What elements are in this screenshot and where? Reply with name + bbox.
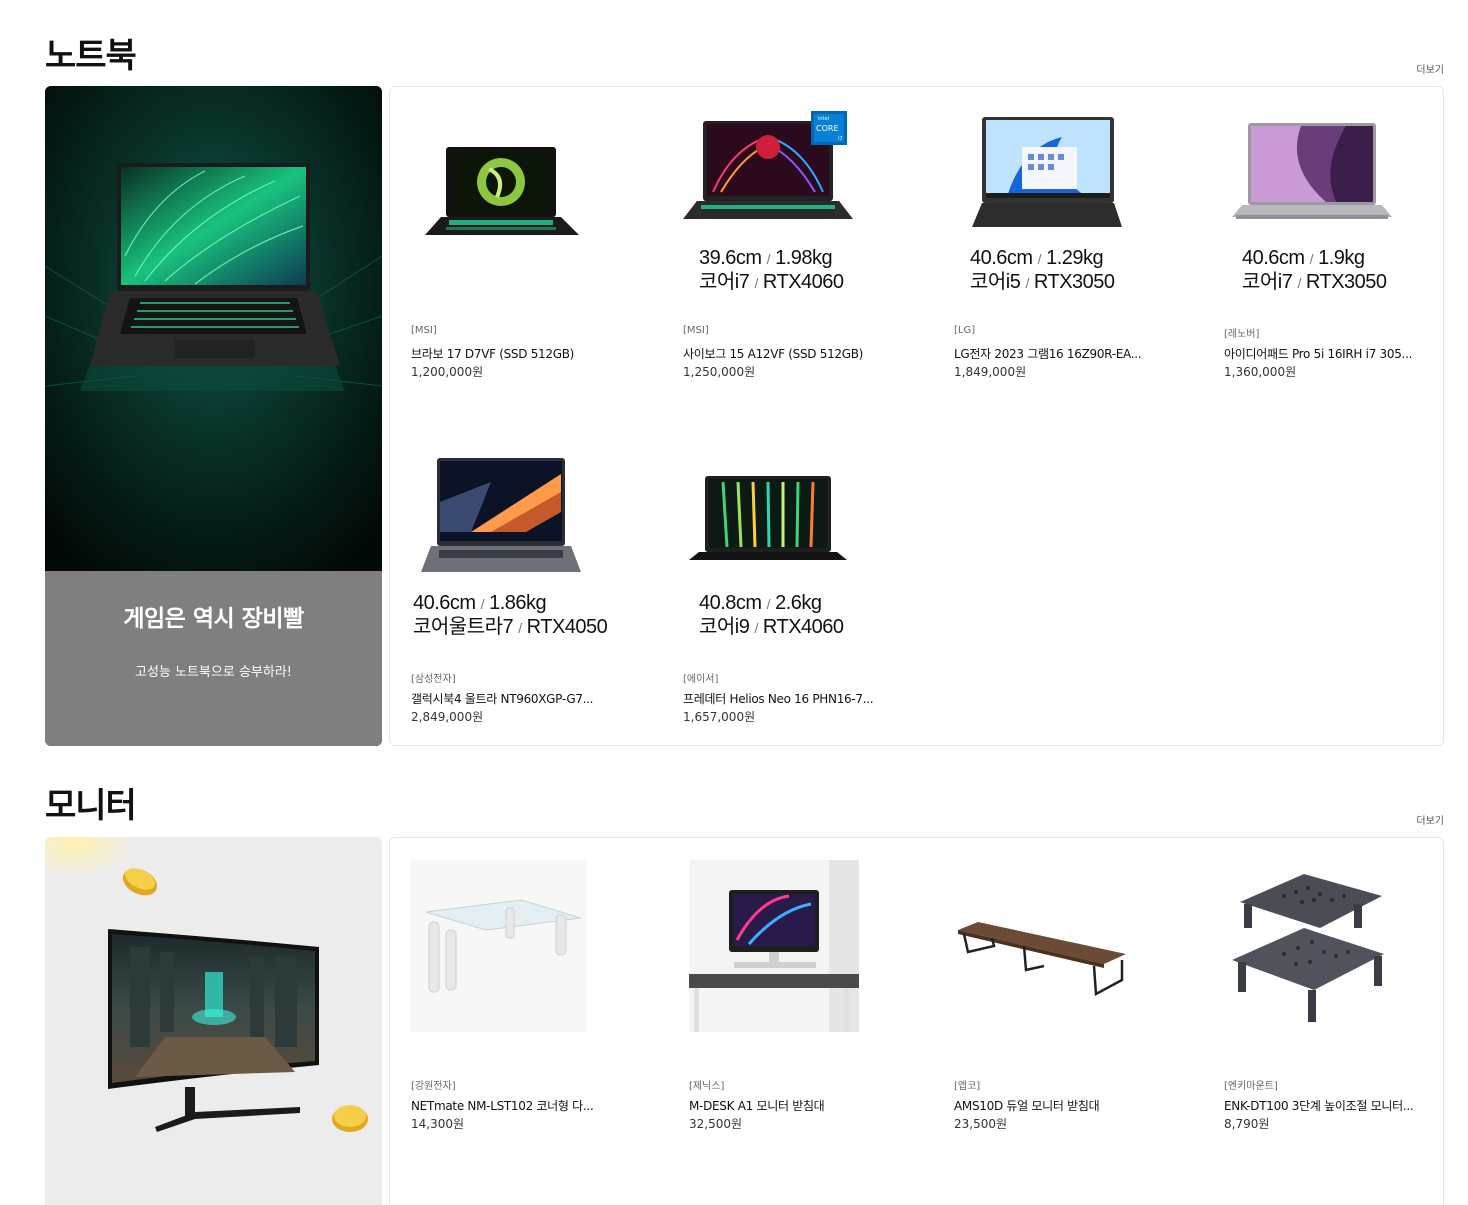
spec-gpu: RTX4060 [762,271,844,293]
spec-cpu: 코어i9 [699,616,750,638]
spec-cpu: 코어i7 [1242,271,1293,293]
product-brand: [LG] [954,325,976,336]
spec-size: 40.6cm [970,247,1033,269]
product-spec: 39.6cm / 1.98kg 코어i7 / RTX4060 [699,247,844,293]
product-brand: [강원전자] [411,1081,456,1092]
product-name[interactable]: AMS10D 듀얼 모니터 받침대 [954,1097,1100,1114]
promo-banner[interactable] [45,837,382,1205]
banner-headline: 게임은 역시 장비빨 [123,606,304,632]
product-card[interactable]: 40.8cm / 2.6kg 코어i9 / RTX4060 [에이서] 프레데터… [683,452,923,745]
spec-cpu: 코어i5 [970,271,1021,293]
spec-weight: 1.29kg [1046,247,1104,269]
spec-gpu: RTX3050 [1305,271,1387,293]
product-card[interactable]: [엡코] AMS10D 듀얼 모니터 받침대 23,500원 [954,860,1194,1190]
product-price: 1,849,000원 [954,365,1027,379]
product-price: 8,790원 [1224,1117,1270,1131]
banner-monitor-image [45,837,382,1205]
spec-size: 39.6cm [699,247,762,269]
spec-size: 40.6cm [1242,247,1305,269]
product-card[interactable]: [엔키마운트] ENK-DT100 3단계 높이조절 모니터... 8,790원 [1224,860,1443,1190]
banner-subtext: 고성능 노트북으로 승부하라! [135,665,292,680]
product-brand: [엡코] [954,1081,981,1092]
spec-weight: 1.9kg [1318,247,1365,269]
product-brand: [삼성전자] [411,674,456,685]
product-name[interactable]: ENK-DT100 3단계 높이조절 모니터... [1224,1097,1414,1114]
promo-banner[interactable]: 게임은 역시 장비빨 고성능 노트북으로 승부하라! [45,86,382,746]
spec-size: 40.8cm [699,592,762,614]
product-card[interactable]: [MSI] 브라보 17 D7VF (SSD 512GB) 1,200,000원 [411,107,651,437]
spec-cpu: 코어울트라7 [413,616,514,638]
product-brand: [엔키마운트] [1224,1081,1278,1092]
product-card[interactable]: 40.6cm / 1.86kg 코어울트라7 / RTX4050 [삼성전자] … [411,452,651,745]
product-name[interactable]: 사이보그 15 A12VF (SSD 512GB) [683,345,863,362]
product-image [411,860,587,1032]
product-card[interactable]: 40.6cm / 1.29kg 코어i5 / RTX3050 [LG] LG전자… [954,107,1194,437]
product-name[interactable]: 아이디어패드 Pro 5i 16IRH i7 305... [1224,345,1412,362]
laptop-section: 노트북 더보기 게임은 역시 장비빨 고성능 노트북으로 승부하라! [MSI]… [45,0,1444,760]
product-name[interactable]: 갤럭시북4 울트라 NT960XGP-G7... [411,690,594,707]
spec-weight: 1.98kg [775,247,833,269]
laptop-product-grid: [MSI] 브라보 17 D7VF (SSD 512GB) 1,200,000원 [389,86,1444,746]
spec-gpu: RTX4050 [526,616,608,638]
product-price: 1,657,000원 [683,710,756,724]
product-brand: [MSI] [411,325,437,336]
product-name[interactable]: 브라보 17 D7VF (SSD 512GB) [411,345,574,362]
product-spec: 40.8cm / 2.6kg 코어i9 / RTX4060 [699,592,844,638]
product-brand: [레노버] [1224,329,1260,340]
monitor-product-grid: [강원전자] NETmate NM-LST102 코너형 다... 14,300… [389,837,1444,1205]
svg-text:intel: intel [818,116,829,122]
monitor-section: 모니터 더보기 [강원전자] NETmate NM-LST102 코너형 다..… [45,760,1444,1205]
product-name[interactable]: NETmate NM-LST102 코너형 다... [411,1097,594,1114]
more-link[interactable]: 더보기 [1416,812,1444,827]
section-title: 노트북 [45,36,137,76]
product-brand: [MSI] [683,325,709,336]
svg-text:i7: i7 [838,136,843,142]
spec-weight: 1.86kg [489,592,547,614]
product-price: 14,300원 [411,1117,465,1131]
product-image [1232,874,1384,1022]
product-price: 1,360,000원 [1224,365,1297,379]
product-brand: [에이서] [683,674,719,685]
spec-gpu: RTX4060 [762,616,844,638]
product-name[interactable]: M-DESK A1 모니터 받침대 [689,1097,825,1114]
product-card[interactable]: [제닉스] M-DESK A1 모니터 받침대 32,500원 [689,860,929,1190]
product-name[interactable]: 프레데터 Helios Neo 16 PHN16-7... [683,690,874,707]
banner-laptop-image [45,86,382,571]
product-brand: [제닉스] [689,1081,725,1092]
product-image [425,147,579,235]
spec-size: 40.6cm [413,592,476,614]
product-price: 2,849,000원 [411,710,484,724]
product-price: 32,500원 [689,1117,743,1131]
product-spec: 40.6cm / 1.29kg 코어i5 / RTX3050 [970,247,1115,293]
banner-caption: 게임은 역시 장비빨 고성능 노트북으로 승부하라! [45,571,382,746]
product-image [958,922,1126,997]
product-price: 23,500원 [954,1117,1008,1131]
spec-gpu: RTX3050 [1033,271,1115,293]
product-spec: 40.6cm / 1.9kg 코어i7 / RTX3050 [1242,247,1387,293]
product-price: 1,250,000원 [683,365,756,379]
product-name[interactable]: LG전자 2023 그램16 16Z90R-EA... [954,345,1142,362]
section-title: 모니터 [45,786,137,826]
product-card[interactable]: 40.6cm / 1.9kg 코어i7 / RTX3050 [레노버] 아이디어… [1224,107,1443,437]
product-spec: 40.6cm / 1.86kg 코어울트라7 / RTX4050 [413,592,608,638]
product-image [689,860,859,1032]
spec-cpu: 코어i7 [699,271,750,293]
product-card[interactable]: intel CORE i7 39.6cm / 1.98kg 코어i7 / RTX… [683,107,923,437]
spec-weight: 2.6kg [775,592,822,614]
more-link[interactable]: 더보기 [1416,61,1444,76]
product-card[interactable]: [강원전자] NETmate NM-LST102 코너형 다... 14,300… [411,860,651,1190]
product-price: 1,200,000원 [411,365,484,379]
svg-text:CORE: CORE [816,124,839,133]
